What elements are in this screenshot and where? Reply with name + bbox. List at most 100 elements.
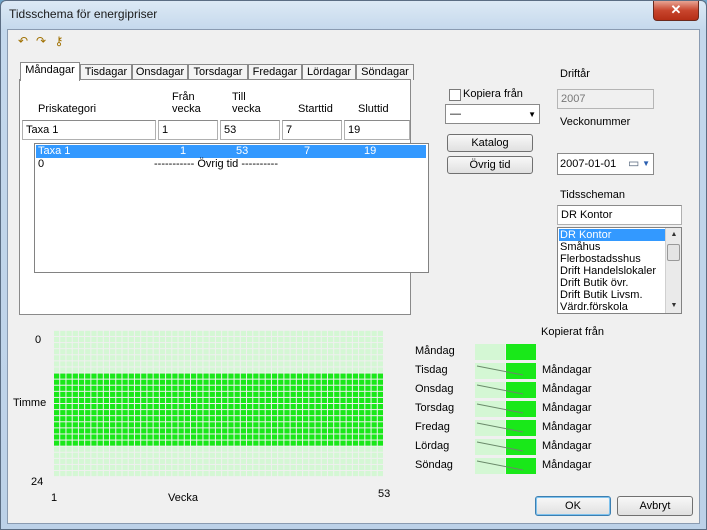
grid-cell-active[interactable] xyxy=(66,404,72,410)
grid-cell-active[interactable] xyxy=(103,428,110,434)
grid-cell-inactive[interactable] xyxy=(172,349,178,355)
grid-cell-active[interactable] xyxy=(334,373,340,379)
grid-cell-inactive[interactable] xyxy=(271,446,278,452)
grid-cell-inactive[interactable] xyxy=(60,343,66,349)
grid-cell-inactive[interactable] xyxy=(203,343,209,349)
grid-cell-active[interactable] xyxy=(365,385,371,391)
grid-cell-active[interactable] xyxy=(72,434,78,440)
grid-cell-inactive[interactable] xyxy=(97,458,103,464)
grid-cell-active[interactable] xyxy=(128,416,134,422)
grid-cell-active[interactable] xyxy=(172,385,178,391)
grid-cell-active[interactable] xyxy=(209,397,215,404)
grid-cell-inactive[interactable] xyxy=(315,343,321,349)
grid-cell-active[interactable] xyxy=(85,416,91,422)
grid-cell-active[interactable] xyxy=(66,440,72,446)
grid-cell-inactive[interactable] xyxy=(153,367,159,373)
grid-cell-inactive[interactable] xyxy=(215,361,222,367)
grid-cell-inactive[interactable] xyxy=(209,349,215,355)
grid-cell-inactive[interactable] xyxy=(259,330,265,336)
grid-cell-inactive[interactable] xyxy=(247,349,253,355)
grid-cell-inactive[interactable] xyxy=(172,464,178,471)
grid-cell-inactive[interactable] xyxy=(309,446,315,452)
grid-cell-inactive[interactable] xyxy=(85,458,91,464)
grid-cell-active[interactable] xyxy=(78,440,85,446)
grid-cell-inactive[interactable] xyxy=(228,446,234,452)
grid-cell-inactive[interactable] xyxy=(166,330,172,336)
grid-cell-active[interactable] xyxy=(222,404,228,410)
grid-cell-active[interactable] xyxy=(215,428,222,434)
grid-cell-inactive[interactable] xyxy=(303,355,309,361)
grid-cell-inactive[interactable] xyxy=(359,349,365,355)
grid-cell-inactive[interactable] xyxy=(103,336,110,343)
grid-cell-active[interactable] xyxy=(72,379,78,385)
grid-cell-active[interactable] xyxy=(172,391,178,397)
grid-cell-inactive[interactable] xyxy=(134,330,141,336)
grid-cell-inactive[interactable] xyxy=(365,336,371,343)
grid-cell-active[interactable] xyxy=(334,385,340,391)
grid-cell-active[interactable] xyxy=(271,434,278,440)
grid-cell-active[interactable] xyxy=(278,434,284,440)
grid-cell-inactive[interactable] xyxy=(234,471,240,477)
grid-cell-active[interactable] xyxy=(259,391,265,397)
grid-cell-active[interactable] xyxy=(352,404,359,410)
grid-cell-active[interactable] xyxy=(190,373,197,379)
grid-cell-inactive[interactable] xyxy=(60,349,66,355)
grid-cell-inactive[interactable] xyxy=(178,349,184,355)
grid-cell-inactive[interactable] xyxy=(228,336,234,343)
grid-cell-active[interactable] xyxy=(303,440,309,446)
grid-cell-active[interactable] xyxy=(315,391,321,397)
grid-cell-active[interactable] xyxy=(303,422,309,428)
grid-cell-active[interactable] xyxy=(359,397,365,404)
grid-cell-inactive[interactable] xyxy=(234,330,240,336)
grid-cell-active[interactable] xyxy=(209,391,215,397)
grid-cell-active[interactable] xyxy=(147,379,153,385)
grid-cell-inactive[interactable] xyxy=(66,336,72,343)
grid-cell-inactive[interactable] xyxy=(259,464,265,471)
grid-cell-active[interactable] xyxy=(122,422,128,428)
grid-cell-active[interactable] xyxy=(278,440,284,446)
grid-cell-inactive[interactable] xyxy=(128,367,134,373)
grid-cell-inactive[interactable] xyxy=(209,330,215,336)
list-item[interactable]: Drift Butik Livsm. xyxy=(559,289,665,301)
grid-cell-active[interactable] xyxy=(122,428,128,434)
grid-cell-active[interactable] xyxy=(290,416,296,422)
grid-cell-inactive[interactable] xyxy=(190,446,197,452)
grid-cell-active[interactable] xyxy=(209,410,215,416)
grid-cell-active[interactable] xyxy=(371,428,377,434)
grid-cell-inactive[interactable] xyxy=(365,471,371,477)
grid-cell-inactive[interactable] xyxy=(303,349,309,355)
grid-cell-inactive[interactable] xyxy=(178,343,184,349)
grid-cell-inactive[interactable] xyxy=(78,336,85,343)
grid-cell-inactive[interactable] xyxy=(134,458,141,464)
grid-cell-active[interactable] xyxy=(278,404,284,410)
grid-cell-inactive[interactable] xyxy=(327,452,334,458)
grid-cell-active[interactable] xyxy=(72,373,78,379)
grid-cell-active[interactable] xyxy=(340,434,346,440)
grid-cell-inactive[interactable] xyxy=(352,343,359,349)
grid-cell-active[interactable] xyxy=(159,373,166,379)
grid-cell-active[interactable] xyxy=(377,416,384,422)
grid-cell-active[interactable] xyxy=(141,428,147,434)
grid-cell-inactive[interactable] xyxy=(290,452,296,458)
grid-cell-inactive[interactable] xyxy=(197,343,203,349)
grid-cell-inactive[interactable] xyxy=(253,446,259,452)
grid-cell-inactive[interactable] xyxy=(327,336,334,343)
grid-cell-active[interactable] xyxy=(334,422,340,428)
grid-cell-inactive[interactable] xyxy=(147,452,153,458)
grid-cell-inactive[interactable] xyxy=(228,349,234,355)
grid-cell-inactive[interactable] xyxy=(60,471,66,477)
grid-cell-active[interactable] xyxy=(371,397,377,404)
grid-cell-active[interactable] xyxy=(309,428,315,434)
grid-cell-inactive[interactable] xyxy=(371,336,377,343)
grid-cell-inactive[interactable] xyxy=(352,446,359,452)
grid-cell-active[interactable] xyxy=(253,397,259,404)
grid-cell-active[interactable] xyxy=(122,440,128,446)
grid-cell-active[interactable] xyxy=(85,434,91,440)
grid-cell-inactive[interactable] xyxy=(321,458,327,464)
grid-cell-active[interactable] xyxy=(116,440,122,446)
grid-cell-inactive[interactable] xyxy=(321,367,327,373)
grid-cell-active[interactable] xyxy=(197,428,203,434)
grid-cell-inactive[interactable] xyxy=(309,464,315,471)
grid-cell-active[interactable] xyxy=(346,434,352,440)
grid-cell-inactive[interactable] xyxy=(91,446,97,452)
